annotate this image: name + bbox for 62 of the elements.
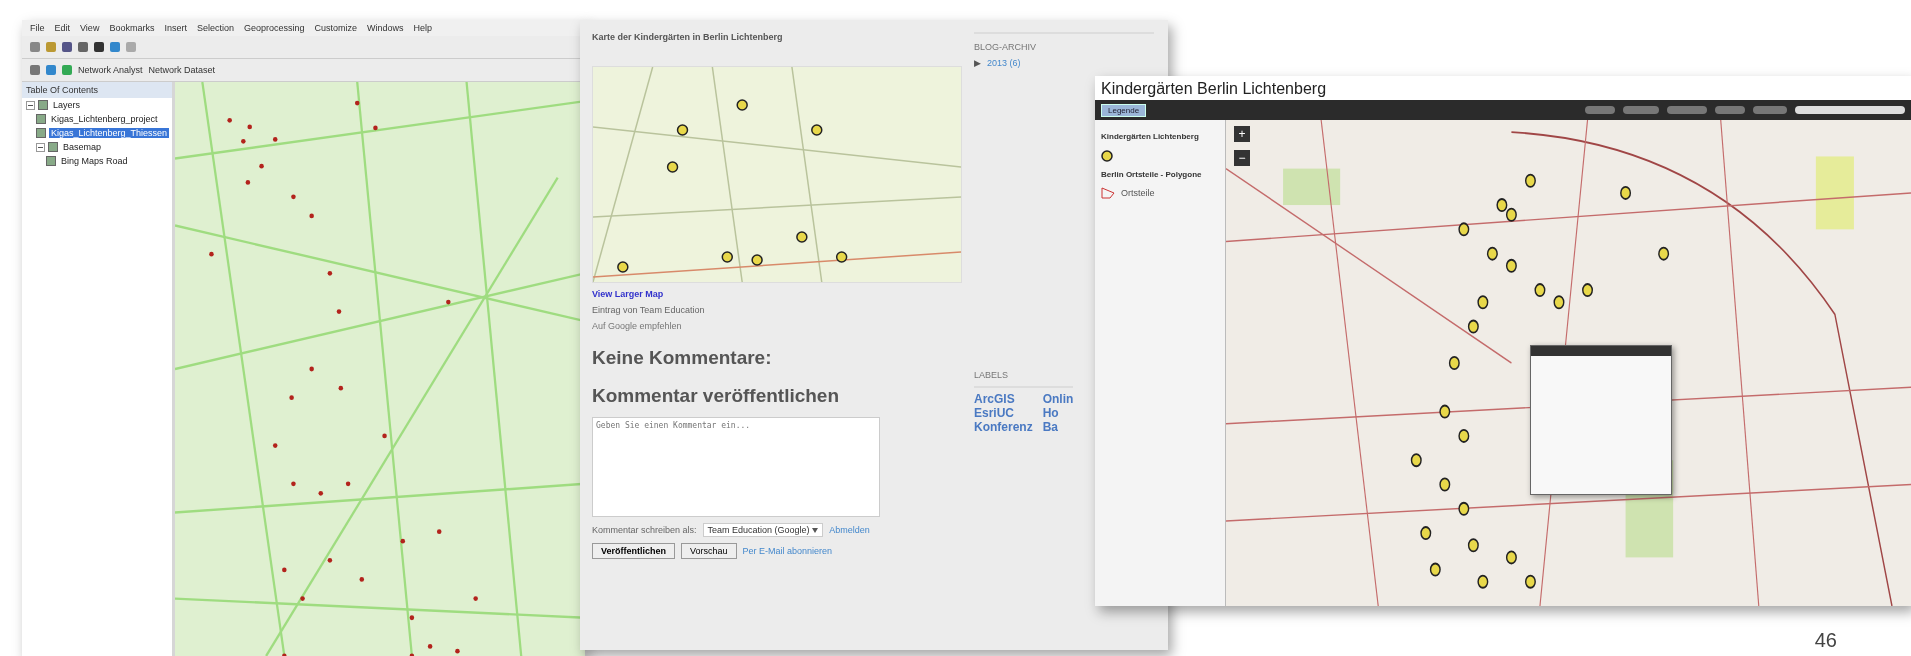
menu-item[interactable]: Edit xyxy=(54,23,71,33)
tag-link[interactable]: Ho xyxy=(1042,406,1074,420)
layer-item[interactable]: Layers xyxy=(51,100,82,110)
legend-title: Berlin Ortsteile - Polygone xyxy=(1101,169,1203,180)
menu-item[interactable]: Windows xyxy=(367,23,404,33)
menu-item[interactable]: Insert xyxy=(164,23,187,33)
post-title: Karte der Kindergärten in Berlin Lichtenberg xyxy=(592,32,784,42)
comment-field[interactable]: Geben Sie einen Kommentar ein... xyxy=(592,417,880,517)
layer-checkbox[interactable] xyxy=(36,128,46,138)
zoom-out-button[interactable]: − xyxy=(1234,150,1250,166)
layer-item[interactable]: Kigas_Lichtenberg_project xyxy=(49,114,160,124)
menu-item[interactable]: Help xyxy=(413,23,433,33)
tag-link[interactable]: EsriUC xyxy=(974,406,1033,420)
publish-button[interactable]: Veröffentlichen xyxy=(592,543,675,559)
toolbar-menu[interactable] xyxy=(1753,106,1787,114)
menu-item[interactable]: View xyxy=(80,23,100,33)
comments-heading: Keine Kommentare: xyxy=(592,347,773,369)
post-comment-heading: Kommentar veröffentlichen xyxy=(592,385,841,407)
app-title: Kindergärten Berlin Lichtenberg xyxy=(1095,76,1911,100)
expand-toggle[interactable] xyxy=(26,100,35,110)
legend-title: Kindergärten Lichtenberg xyxy=(1101,132,1200,142)
layer-item[interactable]: Bing Maps Road xyxy=(59,156,130,166)
section-title: BLOG-ARCHIV xyxy=(974,42,1037,52)
tag-link[interactable]: Konferenz xyxy=(974,420,1033,434)
toolbar-menu[interactable] xyxy=(1667,106,1707,114)
expand-toggle[interactable] xyxy=(36,142,45,152)
layer-checkbox[interactable] xyxy=(46,156,56,166)
tag-link[interactable]: Onlin xyxy=(1042,392,1074,406)
panel-title: Table Of Contents xyxy=(22,82,172,98)
tag-link[interactable]: Ba xyxy=(1042,420,1074,434)
search-field[interactable] xyxy=(1795,106,1905,114)
layer-item[interactable]: Kigas_Lichtenberg_Thiessen xyxy=(49,128,170,138)
tag-link[interactable]: ArcGIS xyxy=(974,392,1033,406)
layer-checkbox[interactable] xyxy=(48,142,58,152)
toolbar-label[interactable]: Network Dataset xyxy=(148,65,216,75)
page-number: 46 xyxy=(1814,629,1837,652)
legend-item: Ortsteile xyxy=(1121,188,1155,199)
legend-button[interactable]: Legende xyxy=(1101,103,1147,117)
menu-item[interactable]: Bookmarks xyxy=(109,23,155,33)
layer-item[interactable]: Basemap xyxy=(61,142,104,152)
layer-checkbox[interactable] xyxy=(38,100,48,110)
author-line: Eintrag von Team Education xyxy=(592,305,706,315)
polygon-icon xyxy=(1101,187,1115,200)
toolbar-label[interactable]: Network Analyst xyxy=(78,65,143,75)
comment-as-label: Kommentar schreiben als: xyxy=(592,525,697,535)
preview-button[interactable]: Vorschau xyxy=(681,543,737,559)
account-select[interactable]: Team Education (Google) xyxy=(702,523,824,537)
section-title: LABELS xyxy=(974,370,1010,380)
toolbar-menu[interactable] xyxy=(1585,106,1615,114)
menu-item[interactable]: Selection xyxy=(196,23,234,33)
toolbar-menu[interactable] xyxy=(1715,106,1745,114)
menu-item[interactable]: Customize xyxy=(314,23,357,33)
share-link[interactable]: Auf Google empfehlen xyxy=(592,321,962,331)
zoom-in-button[interactable]: + xyxy=(1234,126,1250,142)
menu-item[interactable]: Geoprocessing xyxy=(243,23,305,33)
toolbar-menu[interactable] xyxy=(1623,106,1659,114)
map-link[interactable]: View Larger Map xyxy=(592,289,962,299)
kindergarten-icon xyxy=(1101,149,1113,162)
layer-checkbox[interactable] xyxy=(36,114,46,124)
toggle-arrow[interactable]: ▶ xyxy=(974,58,981,68)
menu-item[interactable]: File xyxy=(30,23,45,33)
caret-icon xyxy=(812,528,819,533)
